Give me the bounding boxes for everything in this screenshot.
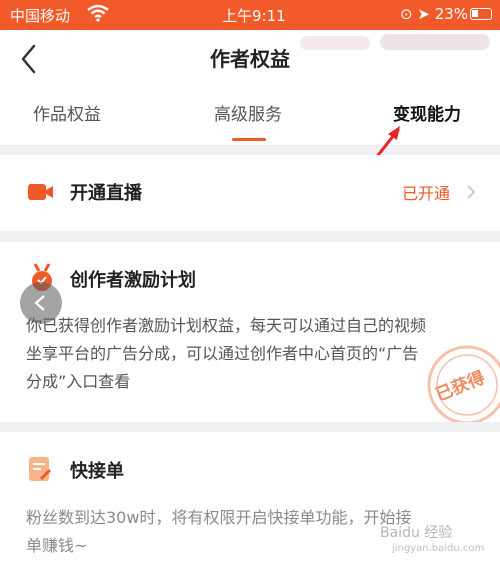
tab-bar: 作品权益 高级服务 变现能力 [0,86,500,146]
obtained-stamp: 已获得 [422,340,500,422]
chevron-left-icon [34,295,45,311]
rotation-lock-icon: ⊙ [400,5,413,23]
location-icon: ➤ [417,5,430,23]
quick-order-description: 粉丝数到达30w时，将有权限开启快接单功能，开始接单赚钱~ [26,508,412,555]
wifi-icon [87,4,109,26]
creator-incentive-card: 创作者激励计划 你已获得创作者激励计划权益，每天可以通过自己的视频坐享平台的广告… [0,242,500,422]
carrier-label: 中国移动 [10,7,71,25]
incentive-title: 创作者激励计划 [70,270,196,291]
battery-percent: 23% [434,5,469,23]
page-title: 作者权益 [210,47,290,71]
chevron-right-icon [466,184,476,204]
time-label: 上午9:11 [222,7,286,25]
prev-page-button[interactable] [20,282,62,324]
battery-icon [470,8,492,20]
video-camera-icon [28,181,54,207]
tab-indicator [232,138,266,141]
watermark: Baidu 经验 [380,525,453,541]
status-bar: 中国移动 上午9:11 ⊙ ➤ 23% [0,0,500,30]
watermark-url: jingyan.baidu.com [392,543,485,554]
status-right: ⊙ ➤ 23% [400,5,468,23]
live-streaming-row[interactable]: 开通直播 已开通 [0,155,500,231]
tab-advanced-services[interactable]: 高级服务 [214,100,282,125]
live-status-badge: 已开通 [402,184,451,203]
incentive-description: 你已获得创作者激励计划权益，每天可以通过自己的视频坐享平台的广告分成，可以通过创… [26,316,427,391]
live-streaming-label: 开通直播 [70,183,142,204]
nav-bar: 作者权益 [0,30,500,86]
order-form-icon [28,456,52,486]
tab-work-rights[interactable]: 作品权益 [33,100,101,125]
quick-order-title: 快接单 [70,461,124,482]
